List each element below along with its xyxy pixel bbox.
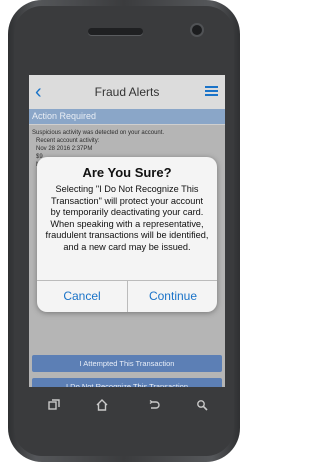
continue-button[interactable]: Continue — [128, 281, 218, 312]
android-nav-bar — [29, 389, 225, 431]
not-recognize-transaction-button[interactable]: I Do Not Recognize This Transaction — [32, 378, 222, 387]
cancel-button[interactable]: Cancel — [37, 281, 127, 312]
page-title: Fraud Alerts — [94, 85, 160, 99]
search-icon[interactable] — [195, 399, 209, 413]
dialog-title: Are You Sure? — [82, 165, 172, 180]
back-chevron-icon[interactable]: ‹ — [35, 82, 47, 102]
back-icon[interactable] — [147, 399, 161, 413]
recent-apps-icon[interactable] — [47, 399, 61, 413]
front-camera — [192, 25, 202, 35]
dialog-message: Selecting "I Do Not Recognize This Trans… — [45, 184, 209, 252]
speaker-grille — [88, 28, 143, 35]
confirm-dialog: Are You Sure? Selecting "I Do Not Recogn… — [37, 157, 217, 312]
attempted-transaction-button[interactable]: I Attempted This Transaction — [32, 355, 222, 372]
app-screen: ‹ Fraud Alerts Action Required Suspiciou… — [29, 75, 225, 387]
home-icon[interactable] — [95, 399, 109, 413]
app-header: ‹ Fraud Alerts — [29, 75, 225, 109]
action-required-banner: Action Required — [29, 109, 225, 124]
hamburger-menu-icon[interactable] — [205, 86, 218, 97]
